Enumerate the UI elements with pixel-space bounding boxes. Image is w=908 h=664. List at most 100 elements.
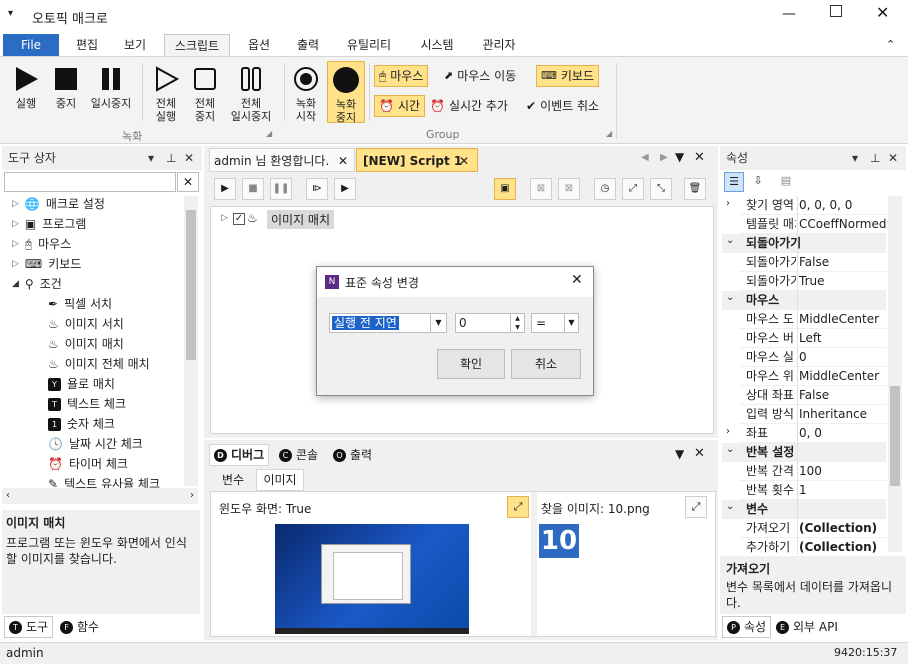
property-value[interactable]: MiddleCenter: [799, 310, 879, 329]
stepper-up-icon[interactable]: ▲: [510, 314, 524, 323]
history-button[interactable]: ◷: [594, 178, 616, 200]
subtab-variables[interactable]: 변수: [212, 470, 254, 490]
tab-scroll-left-icon[interactable]: ◀: [641, 152, 649, 163]
tab-options[interactable]: 옵션: [238, 34, 280, 58]
categorized-icon[interactable]: ☰: [724, 172, 744, 192]
tree-item-condition[interactable]: ◢ ⚲ 조건: [12, 274, 62, 294]
stop-all-button[interactable]: 전체 중지: [186, 65, 224, 123]
tab-list-icon[interactable]: ▼: [675, 150, 684, 164]
mouse-move-button[interactable]: ⬈ 마우스 이동: [444, 65, 516, 87]
property-value[interactable]: False: [799, 386, 829, 405]
pause-button[interactable]: 일시중지: [86, 65, 136, 110]
properties-scrollbar[interactable]: [888, 196, 902, 552]
property-select[interactable]: 실행 전 지연 ▼: [329, 313, 447, 333]
alphabetical-icon[interactable]: ⇩: [748, 172, 768, 192]
tab-tools[interactable]: T 도구: [4, 616, 54, 638]
close-window-button[interactable]: ✕: [876, 3, 889, 22]
collapse-icon[interactable]: ⌄: [726, 444, 734, 455]
toolbox-menu-icon[interactable]: ▾: [148, 146, 154, 170]
collapse-icon[interactable]: ⌄: [726, 501, 734, 512]
tree-item-timer-check[interactable]: ⏰ 타이머 체크: [48, 454, 128, 474]
tree-item-mouse[interactable]: ▷ 🖰 마우스: [12, 234, 71, 254]
group-expand-icon[interactable]: ◢: [606, 129, 612, 138]
tab-debug[interactable]: D 디버그: [209, 444, 270, 466]
property-value[interactable]: Left: [799, 329, 822, 348]
record-start-button[interactable]: 녹화 시작: [288, 65, 324, 123]
mouse-button[interactable]: 🖱 마우스: [374, 65, 429, 87]
number-stepper[interactable]: 0 ▲ ▼: [455, 313, 525, 333]
script-pause-button[interactable]: ❚❚: [270, 178, 292, 200]
maximize-button[interactable]: [830, 5, 842, 17]
record-stop-button[interactable]: 녹화 중지: [327, 61, 365, 124]
property-value[interactable]: CCoeffNormed: [799, 215, 886, 234]
realtime-add-button[interactable]: ⏰ 실시간 추가: [430, 95, 508, 117]
stop-button[interactable]: 중지: [48, 65, 84, 110]
debug-close-icon[interactable]: ✕: [694, 446, 705, 461]
close-tab-icon[interactable]: ✕: [459, 149, 469, 173]
property-value[interactable]: Inheritance: [799, 405, 867, 424]
stepper-down-icon[interactable]: ▼: [510, 323, 524, 332]
record-group-expand-icon[interactable]: ◢: [266, 129, 272, 138]
collapse-icon[interactable]: ⌄: [726, 292, 734, 303]
tree-item-image-all-match[interactable]: ♨ 이미지 전체 매치: [48, 354, 150, 374]
script-step-into-button[interactable]: ▶: [334, 178, 356, 200]
tree-item-number-check[interactable]: 1 숫자 체크: [48, 414, 115, 434]
debug-list-icon[interactable]: ▼: [675, 447, 684, 461]
expand-icon[interactable]: ›: [726, 198, 730, 209]
run-button[interactable]: 실행: [8, 65, 44, 110]
tab-view[interactable]: 보기: [114, 34, 156, 58]
run-all-button[interactable]: 전체 실행: [146, 65, 186, 123]
tab-functions[interactable]: F 함수: [56, 616, 103, 638]
toolbox-scrollbar[interactable]: [184, 196, 198, 486]
tab-properties[interactable]: P 속성: [722, 616, 772, 638]
close-doc-icon[interactable]: ✕: [694, 150, 705, 165]
property-value[interactable]: 100: [799, 462, 822, 481]
collapse-ribbon-icon[interactable]: ⌃: [886, 38, 895, 51]
properties-close-icon[interactable]: ✕: [888, 146, 898, 170]
property-value[interactable]: False: [799, 253, 829, 272]
tree-item-text-check[interactable]: T 텍스트 체크: [48, 394, 126, 414]
property-value[interactable]: (Collection): [799, 538, 877, 557]
tab-script[interactable]: 스크립트: [164, 34, 230, 58]
tab-file[interactable]: File: [3, 34, 59, 58]
property-value[interactable]: 0, 0, 0, 0: [799, 196, 852, 215]
tab-external-api[interactable]: E 외부 API: [772, 616, 842, 638]
doc-tab-script[interactable]: [NEW] Script 1 ✕: [356, 148, 478, 172]
cancel-button[interactable]: 취소: [511, 349, 581, 379]
doc-tab-welcome[interactable]: admin 님 환영합니다. ✕: [209, 148, 355, 172]
property-value[interactable]: 1: [799, 481, 807, 500]
property-value[interactable]: 0, 0: [799, 424, 822, 443]
node-expand-icon[interactable]: ▷: [221, 213, 228, 223]
dialog-close-button[interactable]: ✕: [571, 272, 583, 288]
tree-item-image-search[interactable]: ♨ 이미지 서치: [48, 314, 124, 334]
event-cancel-button[interactable]: ✔ 이벤트 취소: [526, 95, 599, 117]
property-value[interactable]: True: [799, 272, 825, 291]
tree-item-pixel-search[interactable]: ✒ 픽셀 서치: [48, 294, 112, 314]
toolbox-pin-icon[interactable]: ⊥: [166, 146, 176, 170]
subtab-image[interactable]: 이미지: [256, 469, 304, 491]
property-value[interactable]: (Collection): [799, 519, 877, 538]
tab-admin[interactable]: 관리자: [474, 34, 524, 58]
collapse-button[interactable]: ⤡: [650, 178, 672, 200]
collapse-icon[interactable]: ⌄: [726, 235, 734, 246]
script-step-button[interactable]: ⧐: [306, 178, 328, 200]
tree-item-datetime-check[interactable]: 🕓 날짜 시간 체크: [48, 434, 143, 454]
properties-menu-icon[interactable]: ▾: [852, 146, 858, 170]
tab-output[interactable]: 출력: [287, 34, 329, 58]
property-value[interactable]: MiddleCenter: [799, 367, 879, 386]
property-value[interactable]: 0: [799, 348, 807, 367]
tab-system[interactable]: 시스템: [410, 34, 464, 58]
script-node-label[interactable]: 이미지 매치: [267, 210, 335, 229]
clear-search-button[interactable]: ✕: [177, 172, 199, 192]
delete-button[interactable]: 🗑: [684, 178, 706, 200]
tree-item-image-match[interactable]: ♨ 이미지 매치: [48, 334, 124, 354]
pause-all-button[interactable]: 전체 일시중지: [226, 65, 276, 123]
tree-item-yolo-match[interactable]: Y 욜로 매치: [48, 374, 115, 394]
property-pages-icon[interactable]: ▤: [776, 172, 796, 192]
tree-item-macro-settings[interactable]: ▷ 🌐 매크로 설정: [12, 194, 105, 214]
property-column-divider[interactable]: [797, 196, 798, 554]
tab-edit[interactable]: 편집: [66, 34, 108, 58]
image-view-button[interactable]: ▣: [494, 178, 516, 200]
ok-button[interactable]: 확인: [437, 349, 505, 379]
remove-all-button[interactable]: ⊠: [558, 178, 580, 200]
